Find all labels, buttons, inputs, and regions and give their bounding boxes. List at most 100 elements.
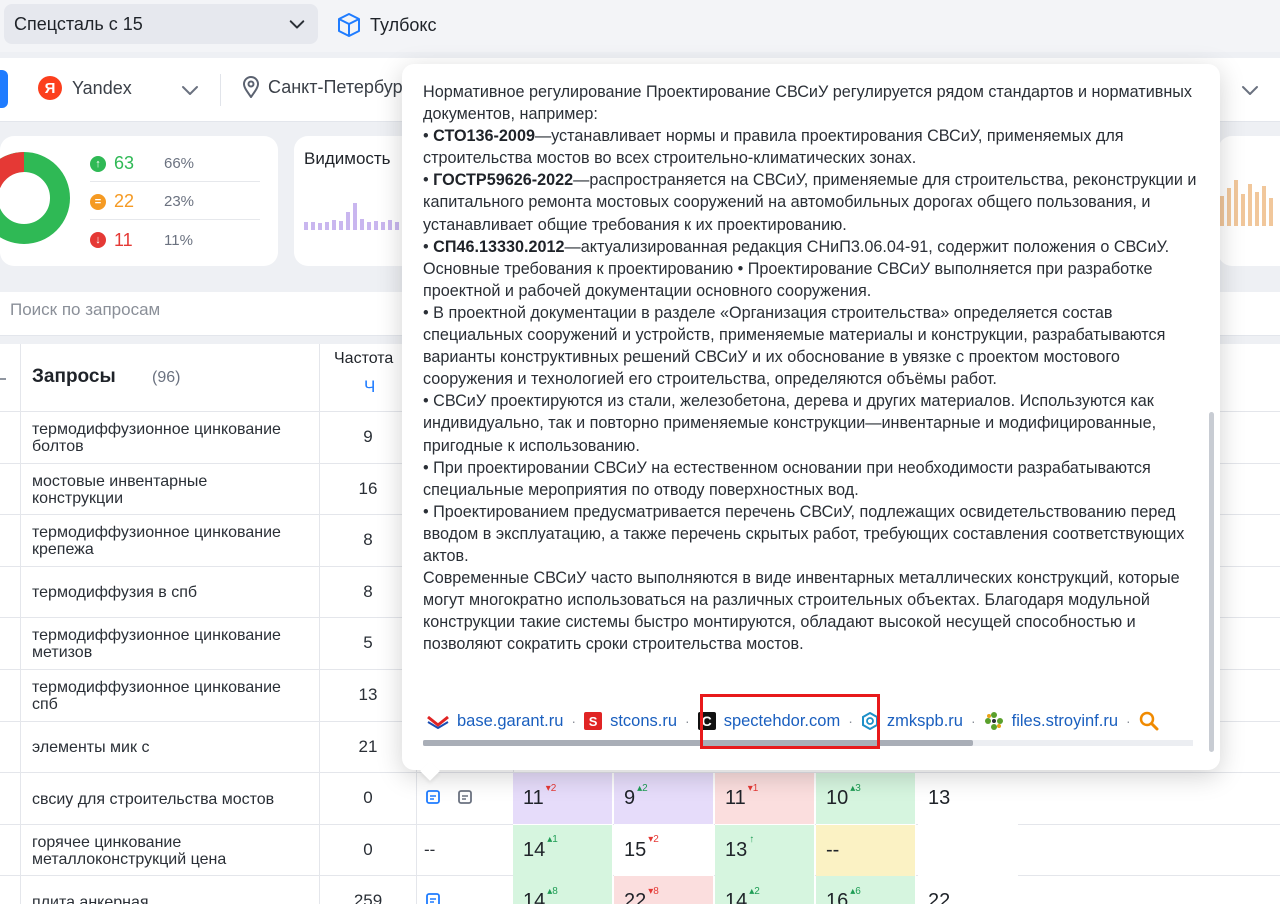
source-link-spectehdor[interactable]: C spectehdor.com xyxy=(697,712,840,731)
stcons-logo-icon: S xyxy=(584,712,603,730)
chevron-down-icon[interactable] xyxy=(180,80,200,100)
query-text[interactable]: термодиффузионное цинкование метизов xyxy=(32,626,302,662)
answer-text: Нормативное регулирование Проектирование… xyxy=(423,81,1203,655)
position-cell[interactable]: 11 ▾2 xyxy=(513,773,613,826)
stat-percent: 11% xyxy=(164,231,193,249)
sources-scroll-thumb[interactable] xyxy=(423,740,973,746)
query-text[interactable]: плита анкерная xyxy=(32,884,302,904)
position-delta: ▴2 xyxy=(637,782,648,794)
position-value: 14 xyxy=(523,838,546,861)
visibility-title: Видимость xyxy=(304,149,391,168)
position-value: 22 xyxy=(928,890,951,904)
side-tab[interactable] xyxy=(0,70,8,108)
row-actions xyxy=(424,787,474,805)
query-text[interactable]: термодиффузионное цинкование болтов xyxy=(32,420,302,456)
query-text[interactable]: термодиффузионное цинкование спб xyxy=(32,678,302,714)
position-value: 14 xyxy=(725,890,748,904)
stat-percent: 66% xyxy=(164,155,195,172)
snippet-icon[interactable] xyxy=(424,890,442,904)
standard-description: —актуализированная редакция СНиП3.06.04-… xyxy=(564,237,1170,256)
frequency-column-header[interactable]: Частота xyxy=(334,350,393,368)
source-link-garant[interactable]: base.garant.ru xyxy=(427,712,563,731)
snippet-alt-icon[interactable] xyxy=(456,787,474,805)
stat-row[interactable]: ↑ 63 66% xyxy=(90,146,260,182)
region-select[interactable]: Санкт-Петербург xyxy=(242,76,409,98)
engine-label: Yandex xyxy=(72,77,132,98)
search-engine-select[interactable]: Я Yandex xyxy=(38,76,132,100)
frequency-type-toggle[interactable]: Ч xyxy=(364,377,375,397)
location-pin-icon xyxy=(242,76,260,98)
arrow-up-icon: ↑ xyxy=(90,155,106,172)
query-frequency: 0 xyxy=(363,839,373,859)
position-delta: ▾1 xyxy=(747,782,759,794)
position-cell[interactable]: 13 ↑ xyxy=(715,824,815,877)
query-frequency: 0 xyxy=(363,788,373,808)
query-search-input[interactable] xyxy=(10,300,390,320)
chevron-down-icon[interactable] xyxy=(1240,80,1260,100)
position-cell[interactable]: 22 ▾8 xyxy=(614,876,714,904)
zmkspb-logo-icon xyxy=(861,712,878,730)
answer-paragraph: Основные требования к проектированию • П… xyxy=(423,259,1153,300)
stat-row[interactable]: ↓ 11 11% xyxy=(90,222,260,258)
position-cell[interactable]: 13 xyxy=(918,773,1018,826)
source-label: zmkspb.ru xyxy=(886,711,963,730)
source-label: files.stroyinf.ru xyxy=(1011,711,1119,730)
column-divider xyxy=(20,344,21,904)
query-text[interactable]: элементы мик с xyxy=(32,730,302,766)
stat-value: 63 xyxy=(114,153,135,173)
toolbox-button[interactable]: Тулбокс xyxy=(336,8,437,42)
queries-column-header[interactable]: Запросы xyxy=(32,366,116,388)
positions-summary-card: ↑ 63 66% = 22 23% ↓ 11 11% xyxy=(0,136,278,266)
position-value: -- xyxy=(826,838,840,861)
arrow-down-icon: ↓ xyxy=(90,232,106,248)
search-more-icon[interactable] xyxy=(1139,711,1159,731)
equal-icon: = xyxy=(90,193,106,210)
query-text[interactable]: свсиу для строительства мостов xyxy=(32,781,302,817)
position-cell[interactable]: 14 ▴2 xyxy=(715,876,815,904)
row-actions xyxy=(424,890,442,904)
divider xyxy=(220,74,221,106)
position-cell[interactable]: 15 ▾2 xyxy=(614,824,714,877)
queries-count: (96) xyxy=(152,369,181,386)
answer-paragraph: • Проектированием предусматривается пере… xyxy=(423,502,1185,565)
position-cell[interactable]: 10 ▴3 xyxy=(816,773,916,826)
query-text[interactable]: горячее цинкование металлоконструкций це… xyxy=(32,833,302,869)
sources-list: base.garant.ru · S stcons.ru · C specteh… xyxy=(427,708,1159,734)
standard-item: • ГОСТР59626-2022—распространяется на СВ… xyxy=(423,171,1197,234)
position-value: 13 xyxy=(928,787,951,810)
cube-icon xyxy=(338,13,360,37)
query-text[interactable]: мостовые инвентарные конструкции xyxy=(32,472,302,508)
position-cell[interactable]: 22 xyxy=(918,876,1018,904)
position-delta: ▴8 xyxy=(547,885,558,897)
source-link-stroyinf[interactable]: files.stroyinf.ru xyxy=(984,711,1118,731)
snippet-icon[interactable] xyxy=(424,787,442,805)
position-cell[interactable]: 14 ▴1 xyxy=(513,824,613,877)
position-cell[interactable]: 9 ▴2 xyxy=(614,773,714,826)
popup-scrollbar[interactable] xyxy=(1209,412,1214,752)
query-text[interactable]: термодиффузионное цинкование крепежа xyxy=(32,523,302,559)
garant-logo-icon xyxy=(427,715,449,729)
answer-paragraph: Нормативное регулирование Проектирование… xyxy=(423,83,1193,124)
separator-dot: · xyxy=(571,713,577,729)
position-delta: ▾2 xyxy=(648,834,659,846)
query-text[interactable]: термодиффузия в спб xyxy=(32,575,302,611)
position-cell[interactable]: -- xyxy=(816,824,916,877)
standard-item: • СТО136-2009—устанавливает нормы и прав… xyxy=(423,127,1124,168)
chevron-down-icon xyxy=(289,20,305,29)
position-cell[interactable] xyxy=(918,824,1018,877)
sort-arrow-icon[interactable] xyxy=(0,374,8,384)
top-bar: Спецсталь с 15 Тулбокс xyxy=(0,0,1280,52)
traffic-sparkline xyxy=(1220,180,1273,226)
source-link-zmkspb[interactable]: zmkspb.ru xyxy=(861,712,963,731)
stat-row[interactable]: = 22 23% xyxy=(90,184,260,220)
answer-paragraph: Современные СВСиУ часто выполняются в ви… xyxy=(423,569,1180,654)
source-link-stcons[interactable]: S stcons.ru xyxy=(584,712,677,731)
separator-dot: · xyxy=(1126,713,1131,729)
standard-code: СП46.13330.2012 xyxy=(433,237,565,256)
position-cell[interactable]: 16 ▴6 xyxy=(816,876,916,904)
position-cell[interactable]: 11 ▾1 xyxy=(715,773,815,826)
spectehdor-logo-icon: C xyxy=(697,712,716,730)
project-select[interactable]: Спецсталь с 15 xyxy=(4,4,318,44)
position-cell[interactable]: 14 ▴8 xyxy=(513,876,613,904)
separator-dot: · xyxy=(970,713,976,729)
